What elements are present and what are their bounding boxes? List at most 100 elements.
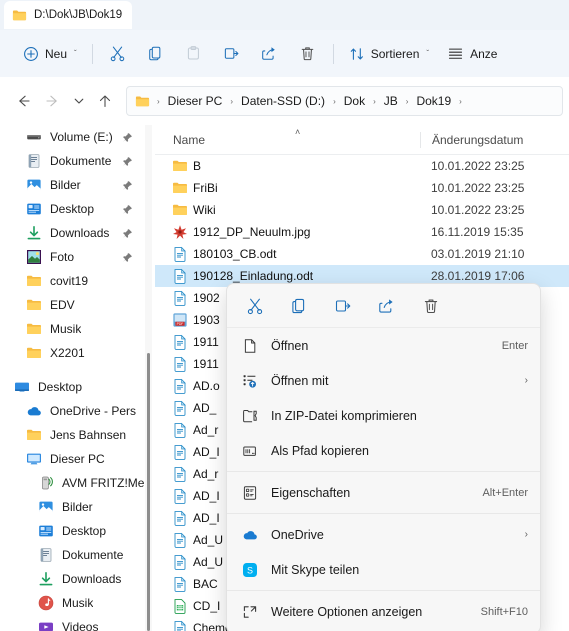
view-button[interactable]: Anze (438, 38, 506, 70)
folder-icon (26, 297, 42, 313)
tab-title: D:\Dok\JB\Dok19 (34, 9, 123, 21)
context-menu-item-weitere-optionen-anzeigen[interactable]: Weitere Optionen anzeigen Shift+F10 (227, 594, 540, 629)
breadcrumb[interactable]: › Dieser PC › Daten-SSD (D:) › Dok › JB … (126, 86, 563, 116)
odt-icon (172, 488, 188, 504)
sidebar-item-musik[interactable]: Musik (0, 317, 152, 341)
column-header-name[interactable]: Name ˄ (155, 127, 420, 147)
context-menu-item-ffnen-mit[interactable]: Öffnen mit › (227, 363, 540, 398)
table-row[interactable]: Wiki 10.01.2022 23:25 (155, 199, 569, 221)
rename-button[interactable] (213, 38, 251, 70)
context-menu-item-eigenschaften[interactable]: Eigenschaften Alt+Enter (227, 475, 540, 510)
address-bar-row: › Dieser PC › Daten-SSD (D:) › Dok › JB … (0, 77, 569, 125)
folder-icon (135, 94, 150, 109)
sidebar-item-bilder[interactable]: Bilder (0, 495, 152, 519)
folder-icon (172, 202, 188, 218)
sidebar-item-desktop[interactable]: Desktop (0, 519, 152, 543)
scissors-icon (246, 297, 264, 315)
folder-icon (26, 427, 42, 443)
sidebar-item-label: AVM FRITZ!Me (62, 476, 145, 490)
sidebar-item-onedrive-pers[interactable]: OneDrive - Pers (0, 399, 152, 423)
chevron-down-icon: ˇ (426, 49, 430, 58)
context-share-button[interactable] (367, 289, 407, 323)
sidebar-item-volume-e[interactable]: Volume (E:) (0, 125, 152, 149)
breadcrumb-item-2[interactable]: Dok (340, 92, 369, 110)
context-menu-item-als-pfad-kopieren[interactable]: Als Pfad kopieren (227, 433, 540, 468)
sidebar-item-desktop[interactable]: Desktop (0, 375, 152, 399)
context-menu: Öffnen Enter Öffnen mit › In ZIP-Datei kompr… (226, 283, 541, 631)
sidebar-item-dokumente[interactable]: Dokumente (0, 149, 152, 173)
copy-button[interactable] (137, 38, 175, 70)
odt-icon (172, 510, 188, 526)
odt-icon (172, 246, 188, 262)
breadcrumb-item-3[interactable]: JB (380, 92, 402, 110)
sidebar-item-dieser-pc[interactable]: Dieser PC (0, 447, 152, 471)
context-menu-item-ffnen[interactable]: Öffnen Enter (227, 328, 540, 363)
odt-icon (172, 268, 188, 284)
sidebar-item-x2201[interactable]: X2201 (0, 341, 152, 365)
view-button-label: Anze (470, 46, 498, 61)
sidebar-item-foto[interactable]: Foto (0, 245, 152, 269)
pin-icon[interactable] (122, 228, 133, 239)
trash-icon (299, 45, 316, 62)
pin-icon[interactable] (122, 156, 133, 167)
sidebar-item-covit19[interactable]: covit19 (0, 269, 152, 293)
breadcrumb-item-1[interactable]: Daten-SSD (D:) (237, 92, 329, 110)
breadcrumb-item-0[interactable]: Dieser PC (164, 92, 227, 110)
recent-locations-button[interactable] (68, 86, 90, 116)
table-row[interactable]: 180103_CB.odt 03.01.2019 21:10 (155, 243, 569, 265)
rename-icon (223, 45, 240, 62)
sidebar-item-edv[interactable]: EDV (0, 293, 152, 317)
ods-icon (172, 598, 188, 614)
explorer-tab[interactable]: D:\Dok\JB\Dok19 (4, 1, 133, 29)
table-row[interactable]: 1912_DP_Neuulm.jpg 16.11.2019 15:35 (155, 221, 569, 243)
sort-ascending-icon: ˄ (295, 126, 301, 137)
breadcrumb-separator: › (459, 96, 462, 106)
context-menu-item-shortcut: Alt+Enter (482, 486, 528, 499)
column-header-date[interactable]: Änderungsdatum (420, 131, 523, 148)
share-button[interactable] (251, 38, 289, 70)
back-button[interactable] (8, 86, 38, 116)
column-header-row: Name ˄ Änderungsdatum (155, 125, 569, 155)
context-menu-item-in-zip-datei-komprimieren[interactable]: In ZIP-Datei komprimieren (227, 398, 540, 433)
table-row[interactable]: FriBi 10.01.2022 23:25 (155, 177, 569, 199)
sidebar-item-bilder[interactable]: Bilder (0, 173, 152, 197)
context-copy-button[interactable] (279, 289, 319, 323)
sidebar-item-avm-fritz-me[interactable]: AVM FRITZ!Me (0, 471, 152, 495)
pin-icon[interactable] (122, 204, 133, 215)
context-menu-divider (227, 590, 540, 591)
sidebar-item-downloads[interactable]: Downloads (0, 221, 152, 245)
up-button[interactable] (90, 86, 120, 116)
navigation-scrollbar-thumb[interactable] (147, 353, 150, 631)
pin-icon[interactable] (122, 180, 133, 191)
scissors-icon (109, 45, 126, 62)
forward-button[interactable] (38, 86, 68, 116)
folder-icon (26, 345, 42, 361)
sidebar-item-dokumente[interactable]: Dokumente (0, 543, 152, 567)
new-button[interactable]: Neu ˇ (14, 38, 86, 70)
context-menu-item-mit-skype-teilen[interactable]: S Mit Skype teilen (227, 552, 540, 587)
sidebar-item-jens-bahnsen[interactable]: Jens Bahnsen (0, 423, 152, 447)
delete-button[interactable] (289, 38, 327, 70)
open-file-icon (241, 337, 258, 354)
pin-icon[interactable] (122, 252, 133, 263)
odt-icon (172, 620, 188, 631)
svg-text:PDF: PDF (177, 322, 184, 326)
context-cut-button[interactable] (235, 289, 275, 323)
sort-arrows-icon (349, 46, 365, 62)
context-menu-item-onedrive[interactable]: OneDrive › (227, 517, 540, 552)
pin-icon[interactable] (122, 132, 133, 143)
plus-circle-icon (23, 46, 39, 62)
breadcrumb-item-4[interactable]: Dok19 (412, 92, 455, 110)
sort-button[interactable]: Sortieren ˇ (340, 38, 438, 70)
sidebar-item-desktop[interactable]: Desktop (0, 197, 152, 221)
context-delete-button[interactable] (411, 289, 451, 323)
sidebar-item-videos[interactable]: Videos (0, 615, 152, 631)
image-icon (172, 224, 188, 240)
cut-button[interactable] (99, 38, 137, 70)
sidebar-item-musik[interactable]: Musik (0, 591, 152, 615)
context-rename-button[interactable] (323, 289, 363, 323)
table-row[interactable]: B 10.01.2022 23:25 (155, 155, 569, 177)
context-menu-divider (227, 513, 540, 514)
sidebar-item-downloads[interactable]: Downloads (0, 567, 152, 591)
music-icon (38, 595, 54, 611)
